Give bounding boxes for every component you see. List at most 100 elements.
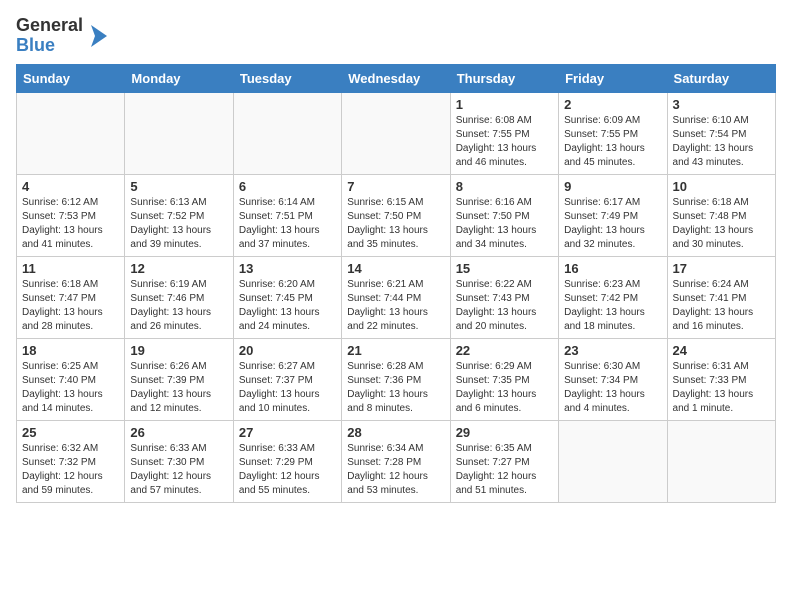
calendar-cell: 11 Sunrise: 6:18 AM Sunset: 7:47 PM Dayli… [17, 256, 125, 338]
calendar-cell [559, 420, 667, 502]
day-number: 14 [347, 261, 444, 276]
day-info: Sunrise: 6:28 AM Sunset: 7:36 PM Dayligh… [347, 360, 444, 416]
calendar-cell: 12 Sunrise: 6:19 AM Sunset: 7:46 PM Dayli… [125, 256, 233, 338]
calendar-cell: 20 Sunrise: 6:27 AM Sunset: 7:37 PM Dayli… [233, 338, 341, 420]
day-info: Sunrise: 6:31 AM Sunset: 7:33 PM Dayligh… [673, 360, 770, 416]
calendar-cell: 7 Sunrise: 6:15 AM Sunset: 7:50 PM Daylig… [342, 174, 450, 256]
day-of-week-header: Thursday [450, 64, 558, 92]
day-number: 13 [239, 261, 336, 276]
day-number: 1 [456, 97, 553, 112]
day-number: 29 [456, 425, 553, 440]
day-info: Sunrise: 6:21 AM Sunset: 7:44 PM Dayligh… [347, 278, 444, 334]
calendar-header-row: SundayMondayTuesdayWednesdayThursdayFrid… [17, 64, 776, 92]
day-number: 16 [564, 261, 661, 276]
day-number: 22 [456, 343, 553, 358]
day-info: Sunrise: 6:24 AM Sunset: 7:41 PM Dayligh… [673, 278, 770, 334]
calendar-cell: 3 Sunrise: 6:10 AM Sunset: 7:54 PM Daylig… [667, 92, 775, 174]
day-number: 24 [673, 343, 770, 358]
calendar-cell: 19 Sunrise: 6:26 AM Sunset: 7:39 PM Dayli… [125, 338, 233, 420]
day-number: 2 [564, 97, 661, 112]
day-number: 27 [239, 425, 336, 440]
day-of-week-header: Tuesday [233, 64, 341, 92]
day-info: Sunrise: 6:19 AM Sunset: 7:46 PM Dayligh… [130, 278, 227, 334]
day-number: 3 [673, 97, 770, 112]
logo: General Blue [16, 16, 107, 56]
day-number: 8 [456, 179, 553, 194]
day-number: 6 [239, 179, 336, 194]
day-number: 10 [673, 179, 770, 194]
calendar-cell: 29 Sunrise: 6:35 AM Sunset: 7:27 PM Dayli… [450, 420, 558, 502]
calendar-cell: 14 Sunrise: 6:21 AM Sunset: 7:44 PM Dayli… [342, 256, 450, 338]
day-info: Sunrise: 6:16 AM Sunset: 7:50 PM Dayligh… [456, 196, 553, 252]
day-info: Sunrise: 6:17 AM Sunset: 7:49 PM Dayligh… [564, 196, 661, 252]
page-header: General Blue [16, 16, 776, 56]
day-number: 9 [564, 179, 661, 194]
logo-arrow-icon [85, 25, 107, 47]
calendar-week-row: 25 Sunrise: 6:32 AM Sunset: 7:32 PM Dayli… [17, 420, 776, 502]
calendar-cell: 18Sunrise: 6:25 AM Sunset: 7:40 PM Dayli… [17, 338, 125, 420]
day-number: 4 [22, 179, 119, 194]
day-info: Sunrise: 6:29 AM Sunset: 7:35 PM Dayligh… [456, 360, 553, 416]
day-number: 23 [564, 343, 661, 358]
day-info: Sunrise: 6:18 AM Sunset: 7:48 PM Dayligh… [673, 196, 770, 252]
day-of-week-header: Monday [125, 64, 233, 92]
day-info: Sunrise: 6:22 AM Sunset: 7:43 PM Dayligh… [456, 278, 553, 334]
calendar-cell: 16 Sunrise: 6:23 AM Sunset: 7:42 PM Dayli… [559, 256, 667, 338]
day-info: Sunrise: 6:12 AM Sunset: 7:53 PM Dayligh… [22, 196, 119, 252]
calendar-week-row: 18Sunrise: 6:25 AM Sunset: 7:40 PM Dayli… [17, 338, 776, 420]
calendar-cell [233, 92, 341, 174]
calendar-cell: 1 Sunrise: 6:08 AM Sunset: 7:55 PM Daylig… [450, 92, 558, 174]
day-info: Sunrise: 6:15 AM Sunset: 7:50 PM Dayligh… [347, 196, 444, 252]
day-info: Sunrise: 6:08 AM Sunset: 7:55 PM Dayligh… [456, 114, 553, 170]
day-info: Sunrise: 6:27 AM Sunset: 7:37 PM Dayligh… [239, 360, 336, 416]
day-number: 7 [347, 179, 444, 194]
day-info: Sunrise: 6:32 AM Sunset: 7:32 PM Dayligh… [22, 442, 119, 498]
day-info: Sunrise: 6:26 AM Sunset: 7:39 PM Dayligh… [130, 360, 227, 416]
day-info: Sunrise: 6:10 AM Sunset: 7:54 PM Dayligh… [673, 114, 770, 170]
day-number: 15 [456, 261, 553, 276]
day-info: Sunrise: 6:35 AM Sunset: 7:27 PM Dayligh… [456, 442, 553, 498]
calendar-week-row: 1 Sunrise: 6:08 AM Sunset: 7:55 PM Daylig… [17, 92, 776, 174]
calendar-cell: 5Sunrise: 6:13 AM Sunset: 7:52 PM Daylig… [125, 174, 233, 256]
day-info: Sunrise: 6:18 AM Sunset: 7:47 PM Dayligh… [22, 278, 119, 334]
day-of-week-header: Friday [559, 64, 667, 92]
day-of-week-header: Saturday [667, 64, 775, 92]
calendar-cell: 27 Sunrise: 6:33 AM Sunset: 7:29 PM Dayli… [233, 420, 341, 502]
day-number: 20 [239, 343, 336, 358]
calendar-cell: 17 Sunrise: 6:24 AM Sunset: 7:41 PM Dayli… [667, 256, 775, 338]
day-number: 26 [130, 425, 227, 440]
day-number: 17 [673, 261, 770, 276]
calendar-cell: 22 Sunrise: 6:29 AM Sunset: 7:35 PM Dayli… [450, 338, 558, 420]
calendar-week-row: 4 Sunrise: 6:12 AM Sunset: 7:53 PM Daylig… [17, 174, 776, 256]
calendar-cell: 13 Sunrise: 6:20 AM Sunset: 7:45 PM Dayli… [233, 256, 341, 338]
day-of-week-header: Wednesday [342, 64, 450, 92]
day-number: 12 [130, 261, 227, 276]
calendar-cell [342, 92, 450, 174]
calendar-cell: 2 Sunrise: 6:09 AM Sunset: 7:55 PM Daylig… [559, 92, 667, 174]
calendar-cell [667, 420, 775, 502]
calendar-cell: 6 Sunrise: 6:14 AM Sunset: 7:51 PM Daylig… [233, 174, 341, 256]
calendar-cell: 4 Sunrise: 6:12 AM Sunset: 7:53 PM Daylig… [17, 174, 125, 256]
day-number: 11 [22, 261, 119, 276]
day-info: Sunrise: 6:25 AM Sunset: 7:40 PM Dayligh… [22, 360, 119, 416]
logo-general: General [16, 16, 83, 36]
day-info: Sunrise: 6:09 AM Sunset: 7:55 PM Dayligh… [564, 114, 661, 170]
calendar-cell: 8 Sunrise: 6:16 AM Sunset: 7:50 PM Daylig… [450, 174, 558, 256]
calendar-cell: 9 Sunrise: 6:17 AM Sunset: 7:49 PM Daylig… [559, 174, 667, 256]
day-info: Sunrise: 6:13 AM Sunset: 7:52 PM Dayligh… [130, 196, 227, 252]
day-number: 19 [130, 343, 227, 358]
day-info: Sunrise: 6:33 AM Sunset: 7:29 PM Dayligh… [239, 442, 336, 498]
calendar-cell: 28Sunrise: 6:34 AM Sunset: 7:28 PM Dayli… [342, 420, 450, 502]
calendar-cell [125, 92, 233, 174]
logo-blue: Blue [16, 36, 55, 56]
day-info: Sunrise: 6:30 AM Sunset: 7:34 PM Dayligh… [564, 360, 661, 416]
calendar-table: SundayMondayTuesdayWednesdayThursdayFrid… [16, 64, 776, 503]
day-number: 25 [22, 425, 119, 440]
day-info: Sunrise: 6:23 AM Sunset: 7:42 PM Dayligh… [564, 278, 661, 334]
day-info: Sunrise: 6:14 AM Sunset: 7:51 PM Dayligh… [239, 196, 336, 252]
day-info: Sunrise: 6:34 AM Sunset: 7:28 PM Dayligh… [347, 442, 444, 498]
day-info: Sunrise: 6:20 AM Sunset: 7:45 PM Dayligh… [239, 278, 336, 334]
calendar-cell [17, 92, 125, 174]
day-number: 21 [347, 343, 444, 358]
calendar-cell: 15 Sunrise: 6:22 AM Sunset: 7:43 PM Dayli… [450, 256, 558, 338]
